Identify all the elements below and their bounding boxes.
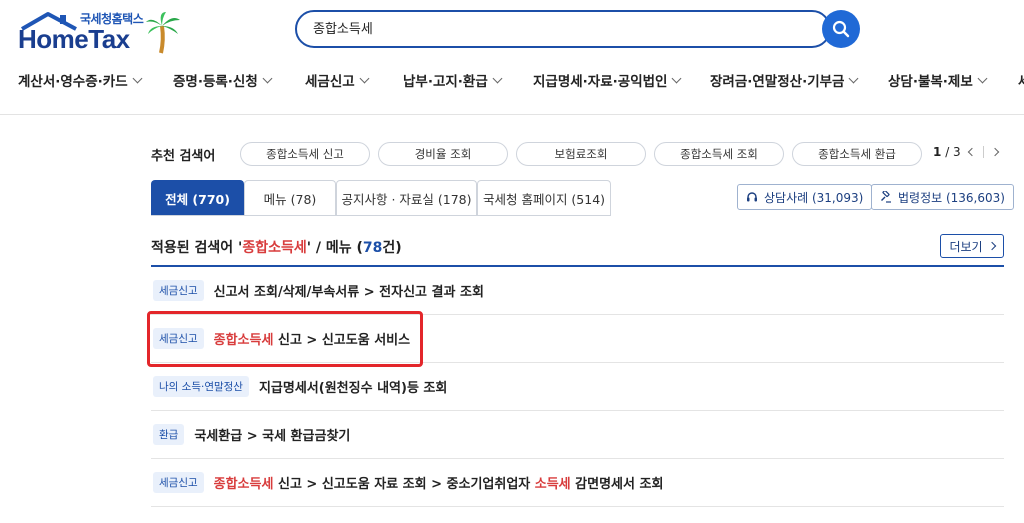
- category-badge: 환급: [153, 424, 185, 445]
- chevron-down-icon: [132, 73, 143, 83]
- headset-icon: [747, 192, 757, 202]
- tab-all[interactable]: 전체 (770): [151, 180, 244, 216]
- recommended-chip[interactable]: 종합소득세 조회: [654, 142, 784, 166]
- result-link[interactable]: 신고서 조회/삭제/부속서류 > 전자신고 결과 조회: [214, 281, 484, 300]
- hometax-logo[interactable]: 국세청홈택스 HomeTax: [18, 8, 180, 54]
- global-nav: 계산서·영수증·카드 증명·등록·신청 세금신고 납부·고지·환급 지급명세·자…: [0, 70, 1024, 96]
- gnb-item-payment[interactable]: 납부·고지·환급: [403, 70, 503, 90]
- tab-nts-homepage[interactable]: 국세청 홈페이지 (514): [477, 180, 611, 216]
- result-row[interactable]: 세금신고 신고서 조회/삭제/부속서류 > 전자신고 결과 조회: [151, 267, 1004, 315]
- recommended-chip[interactable]: 경비율 조회: [378, 142, 508, 166]
- recommended-chip[interactable]: 종합소득세 신고: [240, 142, 370, 166]
- chevron-down-icon: [262, 73, 273, 83]
- search-box: [295, 10, 831, 48]
- tab-notice[interactable]: 공지사항 · 자료실 (178): [336, 180, 477, 216]
- category-badge: 세금신고: [153, 472, 204, 493]
- applied-keyword: 종합소득세: [242, 240, 307, 256]
- recommended-chip[interactable]: 종합소득세 환급: [792, 142, 922, 166]
- gnb-item-payment-statement[interactable]: 지급명세·자료·공익법인: [533, 70, 682, 90]
- gavel-icon: [881, 191, 891, 203]
- gnb-item-consult[interactable]: 상담·불복·제보: [888, 70, 988, 90]
- recommended-label: 추천 검색어: [151, 149, 216, 164]
- chevron-down-icon: [672, 73, 682, 83]
- recommended-pager: 1 / 3: [933, 145, 999, 159]
- header: 국세청홈택스 HomeTax 계산서·영수증·카드 증명·등록·신청 세금신고 …: [0, 0, 1024, 115]
- search-button[interactable]: [822, 10, 860, 48]
- pager-total: / 3: [945, 145, 961, 159]
- result-link[interactable]: 국세환급 > 국세 환급금찾기: [194, 425, 350, 444]
- category-badge: 나의 소득·연말정산: [153, 376, 249, 397]
- more-button[interactable]: 더보기: [940, 234, 1004, 258]
- consult-cases-button[interactable]: 상담사례 (31,093): [737, 184, 873, 210]
- chevron-right-icon: [987, 241, 996, 251]
- gnb-item-overflow[interactable]: 세: [1018, 70, 1024, 90]
- chevron-down-icon: [492, 73, 503, 83]
- category-badge: 세금신고: [153, 280, 204, 301]
- logo-title: HomeTax: [18, 24, 130, 54]
- gnb-item-certificate[interactable]: 증명·등록·신청: [173, 70, 273, 90]
- chevron-down-icon: [359, 73, 370, 83]
- gnb-item-tax-report[interactable]: 세금신고: [305, 70, 370, 90]
- result-link[interactable]: 지급명세서(원천징수 내역)등 조회: [259, 377, 447, 396]
- tab-menu[interactable]: 메뉴 (78): [244, 180, 336, 216]
- recommended-chip[interactable]: 보험료조회: [516, 142, 646, 166]
- result-link[interactable]: 종합소득세 신고 > 신고도움 자료 조회 > 중소기업취업자 소득세 감면명세…: [214, 473, 664, 492]
- tab-divider: [151, 215, 611, 216]
- chevron-right-icon[interactable]: [990, 147, 999, 157]
- applied-count: 78: [362, 240, 383, 256]
- pager-current: 1: [933, 145, 942, 159]
- result-row[interactable]: 나의 소득·연말정산 지급명세서(원천징수 내역)등 조회: [151, 363, 1004, 411]
- result-row[interactable]: 환급 국세환급 > 국세 환급금찾기: [151, 411, 1004, 459]
- annotation-highlight-box: [147, 311, 423, 367]
- search-icon: [832, 20, 850, 38]
- result-row[interactable]: 세금신고 종합소득세 신고 > 신고도움 자료 조회 > 중소기업취업자 소득세…: [151, 459, 1004, 507]
- chevron-down-icon: [977, 73, 988, 83]
- search-input[interactable]: [313, 20, 793, 35]
- chevron-down-icon: [849, 73, 859, 83]
- palm-tree-icon: [146, 12, 180, 54]
- gnb-item-incentive[interactable]: 장려금·연말정산·기부금: [710, 70, 859, 90]
- pager-divider: [982, 146, 984, 158]
- chevron-left-icon[interactable]: [967, 147, 976, 157]
- gnb-item-invoice[interactable]: 계산서·영수증·카드: [18, 70, 143, 90]
- law-info-button[interactable]: 법령정보 (136,603): [871, 184, 1014, 210]
- applied-search-title: 적용된 검색어 '종합소득세' / 메뉴 (78건): [151, 240, 402, 256]
